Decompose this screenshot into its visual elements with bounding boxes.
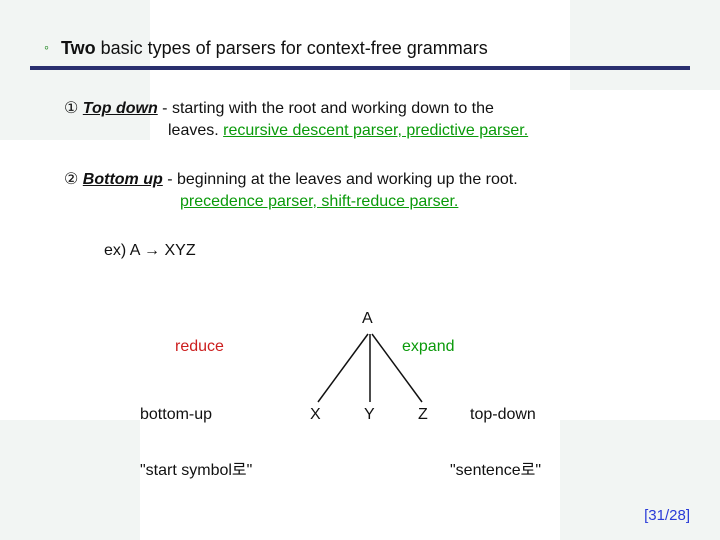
heading-text: Two basic types of parsers for context-f… xyxy=(61,38,488,59)
item2-line2: precedence parser, shift-reduce parser. xyxy=(180,191,670,213)
label-bottom-up: bottom-up xyxy=(140,406,212,424)
body: ① Top down - starting with the root and … xyxy=(64,98,670,262)
label-top-down: top-down xyxy=(470,406,536,424)
bullet-icon: ◦ xyxy=(44,39,49,55)
item1-line2-pre: leaves. xyxy=(168,122,223,139)
heading-rest: basic types of parsers for context-free … xyxy=(96,38,488,58)
item1-num: ① xyxy=(64,100,78,117)
item-top-down: ① Top down - starting with the root and … xyxy=(64,98,670,141)
leaf-Y: Y xyxy=(364,406,375,424)
item2-num: ② xyxy=(64,171,78,188)
heading-strong: Two xyxy=(61,38,96,58)
item1-title: Top down xyxy=(83,100,158,117)
item-bottom-up: ② Bottom up - beginning at the leaves an… xyxy=(64,169,670,212)
leaf-X: X xyxy=(310,406,321,424)
leaf-Z: Z xyxy=(418,406,428,424)
item1-line2: leaves. recursive descent parser, predic… xyxy=(168,120,670,142)
item2-title: Bottom up xyxy=(83,171,163,188)
slide: ◦ Two basic types of parsers for context… xyxy=(0,0,720,540)
item1-rest: starting with the root and working down … xyxy=(172,100,494,117)
label-reduce: reduce xyxy=(175,338,224,356)
item2-rest: beginning at the leaves and working up t… xyxy=(177,171,518,188)
example: ex) A → XYZ xyxy=(104,240,670,262)
item1-green: recursive descent parser, predictive par… xyxy=(223,122,528,139)
page-number: [31/28] xyxy=(644,507,690,524)
item2-dash: - xyxy=(163,171,177,188)
heading-rule xyxy=(30,66,690,70)
item1-dash: - xyxy=(158,100,172,117)
heading: ◦ Two basic types of parsers for context… xyxy=(44,38,680,59)
tree-diagram: A reduce expand bottom-up X Y Z top-down… xyxy=(120,310,600,510)
tree-lines xyxy=(280,320,460,420)
item2-green: precedence parser, shift-reduce parser. xyxy=(180,193,458,210)
label-sentence: "sentence로" xyxy=(450,456,541,480)
label-start-symbol: "start symbol로" xyxy=(140,456,252,480)
